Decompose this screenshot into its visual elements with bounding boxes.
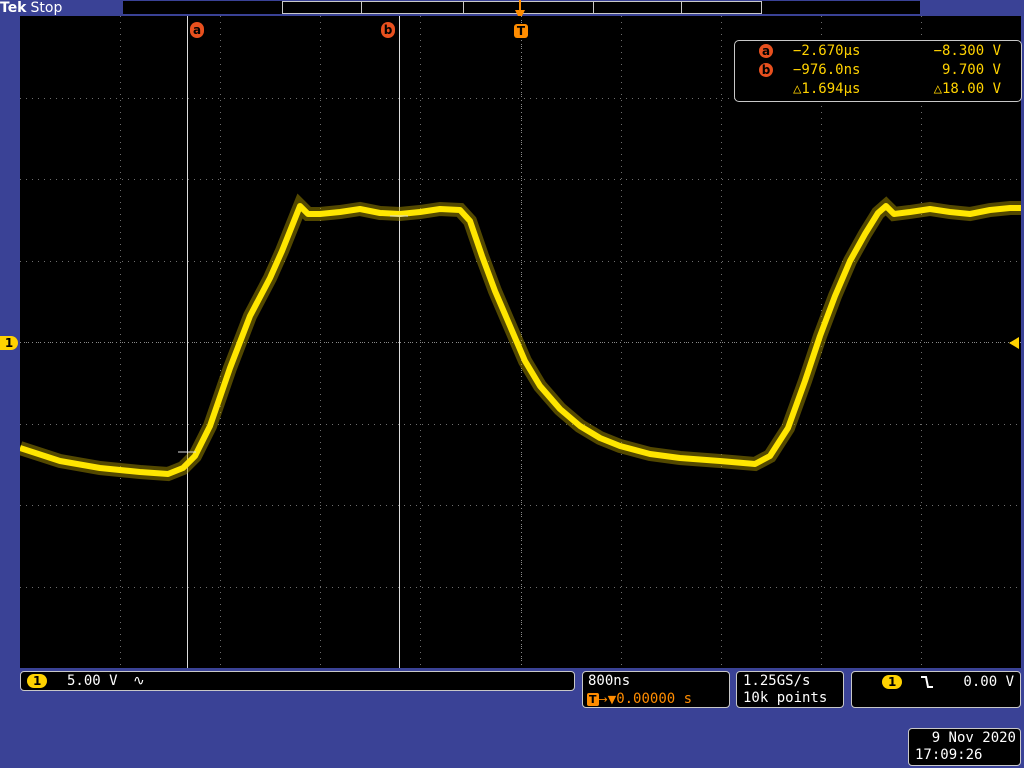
record-length: 10k points — [743, 690, 828, 706]
trigger-position-value: 0.00000 s — [616, 691, 693, 707]
cursor-readout: a −2.670μs −8.300 V b −976.0ns 9.700 V △… — [734, 40, 1022, 102]
cursor-b-time: −976.0ns — [793, 62, 861, 78]
record-tick — [681, 2, 682, 13]
top-status: Tek Stop — [0, 0, 62, 16]
date: 9 Nov 2020 — [931, 730, 1016, 746]
trigger-source-badge: 1 — [882, 675, 903, 689]
falling-edge-icon — [921, 676, 933, 688]
cursor-a-time: −2.670μs — [793, 43, 861, 59]
cursor-b-label[interactable]: b — [381, 22, 395, 38]
coupling-icon: ∿ — [133, 673, 145, 689]
horizontal-panel[interactable]: 800ns T →▼0.00000 s — [582, 671, 730, 708]
channel-1-scale: 5.00 V — [67, 673, 118, 689]
record-tick — [361, 2, 362, 13]
trigger-level: 0.00 V — [963, 674, 1014, 690]
sample-rate: 1.25GS/s — [743, 673, 811, 689]
delta-voltage: △18.00 V — [933, 81, 1001, 97]
acquisition-panel[interactable]: 1.25GS/s 10k points — [736, 671, 844, 708]
trigger-position-row: T →▼0.00000 s — [587, 691, 692, 708]
trigger-panel[interactable]: 1 0.00 V — [851, 671, 1021, 708]
trigger-position-icon: T — [587, 693, 599, 706]
time: 17:09:26 — [915, 747, 983, 763]
datetime-panel: 9 Nov 2020 17:09:26 — [908, 728, 1021, 766]
cursor-a-label[interactable]: a — [190, 22, 204, 38]
cursor-a-voltage: −8.300 V — [933, 43, 1001, 59]
brand-label: Tek — [0, 0, 27, 16]
cursor-b-voltage: 9.700 V — [941, 62, 1001, 78]
channel-1-ground-marker[interactable]: 1 — [0, 336, 18, 350]
channel-1-badge: 1 — [27, 674, 48, 688]
trigger-level-marker[interactable] — [1009, 337, 1021, 349]
waveform-trace-glow — [20, 193, 1021, 482]
horizontal-scale: 800ns — [588, 673, 631, 689]
trigger-label[interactable]: T — [514, 24, 528, 38]
cursor-b-badge: b — [759, 63, 773, 77]
record-tick — [463, 2, 464, 13]
record-tick — [593, 2, 594, 13]
waveform-display[interactable]: a b T — [20, 16, 1021, 668]
trigger-arrow-icon: →▼ — [598, 693, 617, 706]
cursor-a-badge: a — [759, 44, 773, 58]
acquisition-status: Stop — [30, 0, 63, 16]
channel-1-panel[interactable]: 1 5.00 V ∿ — [20, 671, 575, 691]
delta-time: △1.694μs — [793, 81, 861, 97]
